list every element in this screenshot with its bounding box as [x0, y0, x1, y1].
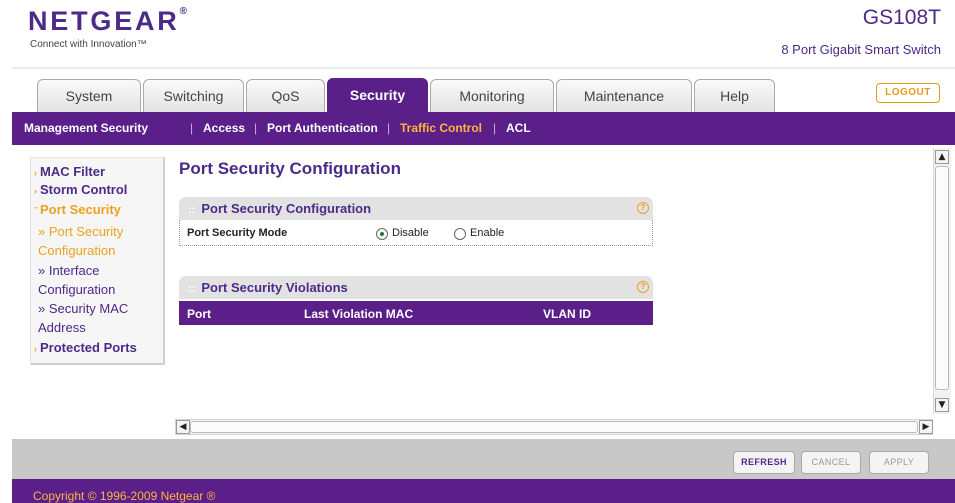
- model-subtitle: 8 Port Gigabit Smart Switch: [781, 42, 941, 57]
- sidebar-subitem-interface-configuration[interactable]: » Interface Configuration: [38, 261, 146, 299]
- subnav-separator: |: [387, 121, 391, 135]
- sidebar-item-label: Port Security: [40, 202, 121, 217]
- sidebar-subitem-label: Interface Configuration: [38, 263, 116, 297]
- subnav-management-security[interactable]: Management Security: [24, 121, 148, 135]
- help-icon[interactable]: ?: [637, 281, 649, 293]
- vertical-scroll-thumb[interactable]: [935, 166, 949, 390]
- logo-text: NETGEAR: [28, 6, 180, 36]
- sidebar-item-protected-ports[interactable]: › Protected Ports: [34, 340, 137, 355]
- tab-security[interactable]: Security: [327, 78, 428, 114]
- sidebar-subitem-label: Security MAC Address: [38, 301, 129, 335]
- tab-help[interactable]: Help: [694, 79, 775, 112]
- model-name: GS108T: [862, 6, 941, 29]
- page-title: Port Security Configuration: [179, 159, 401, 178]
- subnav-separator: |: [190, 121, 194, 135]
- trademark-icon: ®: [179, 6, 187, 17]
- copyright-text: Copyright © 1996-2009 Netgear ®: [33, 489, 216, 503]
- sidebar-subitem-label: Port Security Configuration: [38, 224, 124, 258]
- subnav-access[interactable]: Access: [203, 121, 245, 135]
- tab-monitoring[interactable]: Monitoring: [430, 79, 554, 112]
- subnav-acl[interactable]: ACL: [506, 121, 531, 135]
- column-header-vlan-id: VLAN ID: [543, 307, 591, 321]
- config-panel-title: :: Port Security Configuration: [180, 201, 371, 216]
- column-header-port: Port: [187, 307, 211, 321]
- port-security-mode-label: Port Security Mode: [187, 227, 288, 239]
- subnav-separator: |: [493, 121, 497, 135]
- subnav-port-authentication[interactable]: Port Authentication: [267, 121, 378, 135]
- subnav-traffic-control[interactable]: Traffic Control: [400, 121, 482, 135]
- chevron-down-icon: ˇ: [34, 206, 37, 216]
- config-panel-title-text: Port Security Configuration: [201, 201, 372, 216]
- chevron-right-icon: ›: [34, 344, 37, 354]
- help-icon[interactable]: ?: [637, 202, 649, 214]
- sidebar-item-mac-filter[interactable]: › MAC Filter: [34, 164, 105, 179]
- netgear-logo: NETGEAR®: [28, 6, 187, 37]
- violations-panel-title-text: Port Security Violations: [201, 280, 348, 295]
- sidebar-item-port-security[interactable]: ˇ Port Security: [34, 202, 121, 217]
- scroll-right-icon[interactable]: ▶: [919, 420, 933, 434]
- scroll-down-icon[interactable]: ▼: [935, 398, 949, 412]
- cancel-button[interactable]: CANCEL: [801, 451, 861, 474]
- horizontal-scroll-thumb[interactable]: [190, 421, 918, 433]
- sidebar-item-label: MAC Filter: [40, 164, 105, 179]
- sidebar-item-label: Storm Control: [40, 182, 128, 197]
- enable-radio-label[interactable]: Enable: [470, 227, 504, 239]
- subnav-bar: [12, 112, 955, 145]
- sidebar-item-storm-control[interactable]: › Storm Control: [34, 182, 127, 197]
- disable-radio-label[interactable]: Disable: [392, 227, 429, 239]
- grip-icon: ::: [188, 204, 196, 216]
- page: NETGEAR® Connect with Innovation™ GS108T…: [0, 0, 955, 503]
- scroll-left-icon[interactable]: ◀: [176, 420, 190, 434]
- enable-radio[interactable]: [454, 228, 466, 240]
- tab-system[interactable]: System: [37, 79, 141, 112]
- violations-panel-title: :: Port Security Violations: [180, 280, 348, 295]
- sidebar-subitem-port-security-configuration[interactable]: » Port Security Configuration: [38, 222, 146, 260]
- grip-icon: ::: [188, 283, 196, 295]
- refresh-button[interactable]: REFRESH: [733, 451, 795, 474]
- sidebar-subitem-security-mac-address[interactable]: » Security MAC Address: [38, 299, 146, 337]
- column-header-last-violation-mac: Last Violation MAC: [304, 307, 414, 321]
- disable-radio[interactable]: [376, 228, 388, 240]
- scroll-up-icon[interactable]: ▲: [935, 150, 949, 164]
- logout-button[interactable]: LOGOUT: [876, 83, 940, 103]
- apply-button[interactable]: APPLY: [869, 451, 929, 474]
- tab-qos[interactable]: QoS: [246, 79, 325, 112]
- subnav-separator: |: [254, 121, 258, 135]
- chevron-right-icon: ›: [34, 168, 37, 178]
- header-divider: [12, 67, 955, 69]
- tab-maintenance[interactable]: Maintenance: [556, 79, 692, 112]
- tab-switching[interactable]: Switching: [143, 79, 244, 112]
- chevron-right-icon: ›: [34, 186, 37, 196]
- tagline: Connect with Innovation™: [30, 39, 147, 50]
- sidebar-item-label: Protected Ports: [40, 340, 137, 355]
